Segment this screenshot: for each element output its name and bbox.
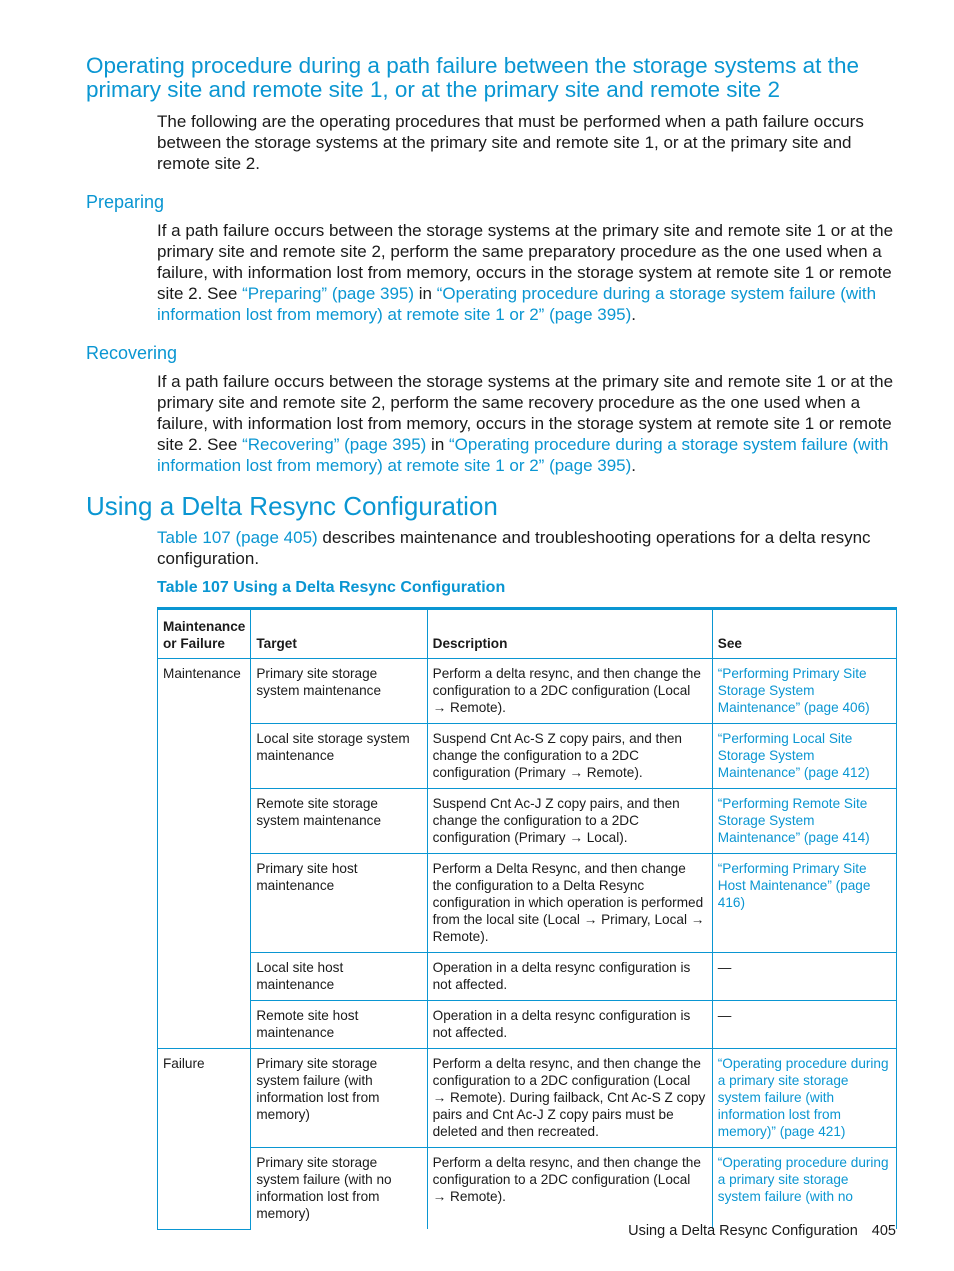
table-row: Primary site host maintenance Perform a …: [158, 853, 898, 953]
table-row: Local site host maintenance Operation in…: [158, 952, 898, 1001]
cell-description: Perform a Delta Resync, and then change …: [426, 853, 713, 953]
header-maintenance-or-failure: Maintenance or Failure: [156, 608, 252, 659]
header-see: See: [711, 608, 898, 659]
cell-description: Perform a delta resync, and then change …: [426, 1048, 713, 1148]
cell-target: Primary site storage system failure (wit…: [250, 1147, 428, 1229]
delta-resync-intro: Table 107 (page 405) describes maintenan…: [157, 527, 902, 569]
link-preparing-page-395[interactable]: “Preparing” (page 395): [242, 284, 414, 303]
cell-target: Remote site storage system maintenance: [250, 788, 428, 854]
cell-see: “Operating procedure during a primary si…: [711, 1048, 898, 1148]
see-link[interactable]: “Performing Remote Site Storage System M…: [718, 796, 870, 845]
table-row: Remote site storage system maintenance S…: [158, 788, 898, 854]
section-heading-path-failure: Operating procedure during a path failur…: [86, 53, 859, 102]
section-intro: The following are the operating procedur…: [157, 112, 864, 173]
preparing-paragraph: If a path failure occurs between the sto…: [157, 220, 902, 325]
table-row: Remote site host maintenance Operation i…: [158, 1000, 898, 1049]
cell-description: Operation in a delta resync configuratio…: [426, 1000, 713, 1049]
cell-target: Remote site host maintenance: [250, 1000, 428, 1049]
cell-description: Perform a delta resync, and then change …: [426, 658, 713, 724]
cell-see: “Performing Local Site Storage System Ma…: [711, 723, 898, 789]
see-link[interactable]: “Performing Local Site Storage System Ma…: [718, 731, 870, 780]
footer-title: Using a Delta Resync Configuration: [628, 1223, 858, 1239]
see-link[interactable]: “Operating procedure during a primary si…: [718, 1155, 889, 1204]
cell-target: Primary site host maintenance: [250, 853, 428, 953]
cell-see: —: [711, 1000, 898, 1049]
page-footer: Using a Delta Resync Configuration 405: [628, 1222, 896, 1240]
see-link[interactable]: “Operating procedure during a primary si…: [718, 1056, 889, 1139]
cell-target: Local site host maintenance: [250, 952, 428, 1001]
cell-see: “Performing Primary Site Host Maintenanc…: [711, 853, 898, 953]
cell-description: Suspend Cnt Ac-S Z copy pairs, and then …: [426, 723, 713, 789]
section-heading-delta-resync: Using a Delta Resync Configuration: [86, 491, 498, 521]
table-row: Primary site storage system failure (wit…: [158, 1147, 898, 1229]
cell-see: “Performing Remote Site Storage System M…: [711, 788, 898, 854]
cell-target: Primary site storage system maintenance: [250, 658, 428, 724]
table-caption: Table 107 Using a Delta Resync Configura…: [157, 579, 506, 596]
preparing-end: .: [631, 305, 637, 324]
table-row: Maintenance Primary site storage system …: [156, 658, 898, 1049]
link-recovering-page-395[interactable]: “Recovering” (page 395): [242, 435, 426, 454]
see-link[interactable]: “Performing Primary Site Host Maintenanc…: [718, 861, 871, 910]
recovering-end: .: [631, 456, 637, 475]
cell-description: Perform a delta resync, and then change …: [426, 1147, 713, 1229]
table-row: Failure Primary site storage system fail…: [156, 1048, 898, 1230]
subheading-recovering: Recovering: [86, 343, 178, 363]
group-label-failure: Failure: [156, 1048, 252, 1230]
header-description: Description: [426, 608, 713, 659]
page-number: 405: [871, 1223, 896, 1239]
cell-description: Suspend Cnt Ac-J Z copy pairs, and then …: [426, 788, 713, 854]
cell-description: Operation in a delta resync configuratio…: [426, 952, 713, 1001]
subheading-preparing: Preparing: [86, 192, 165, 212]
delta-resync-table: Maintenance or Failure Target Descriptio…: [156, 607, 898, 1230]
table-row: Local site storage system maintenance Su…: [158, 723, 898, 789]
recovering-paragraph: If a path failure occurs between the sto…: [157, 371, 902, 476]
preparing-in: in: [414, 284, 437, 303]
table-header-row: Maintenance or Failure Target Descriptio…: [156, 608, 898, 659]
recovering-in: in: [426, 435, 450, 454]
cell-see: “Performing Primary Site Storage System …: [711, 658, 898, 724]
cell-see: “Operating procedure during a primary si…: [711, 1147, 898, 1229]
group-label-maintenance: Maintenance: [156, 658, 252, 1049]
link-table-107[interactable]: Table 107 (page 405): [157, 528, 318, 547]
header-target: Target: [250, 608, 428, 659]
cell-target: Primary site storage system failure (wit…: [250, 1048, 428, 1148]
cell-see: —: [711, 952, 898, 1001]
cell-target: Local site storage system maintenance: [250, 723, 428, 789]
see-link[interactable]: “Performing Primary Site Storage System …: [718, 666, 870, 715]
